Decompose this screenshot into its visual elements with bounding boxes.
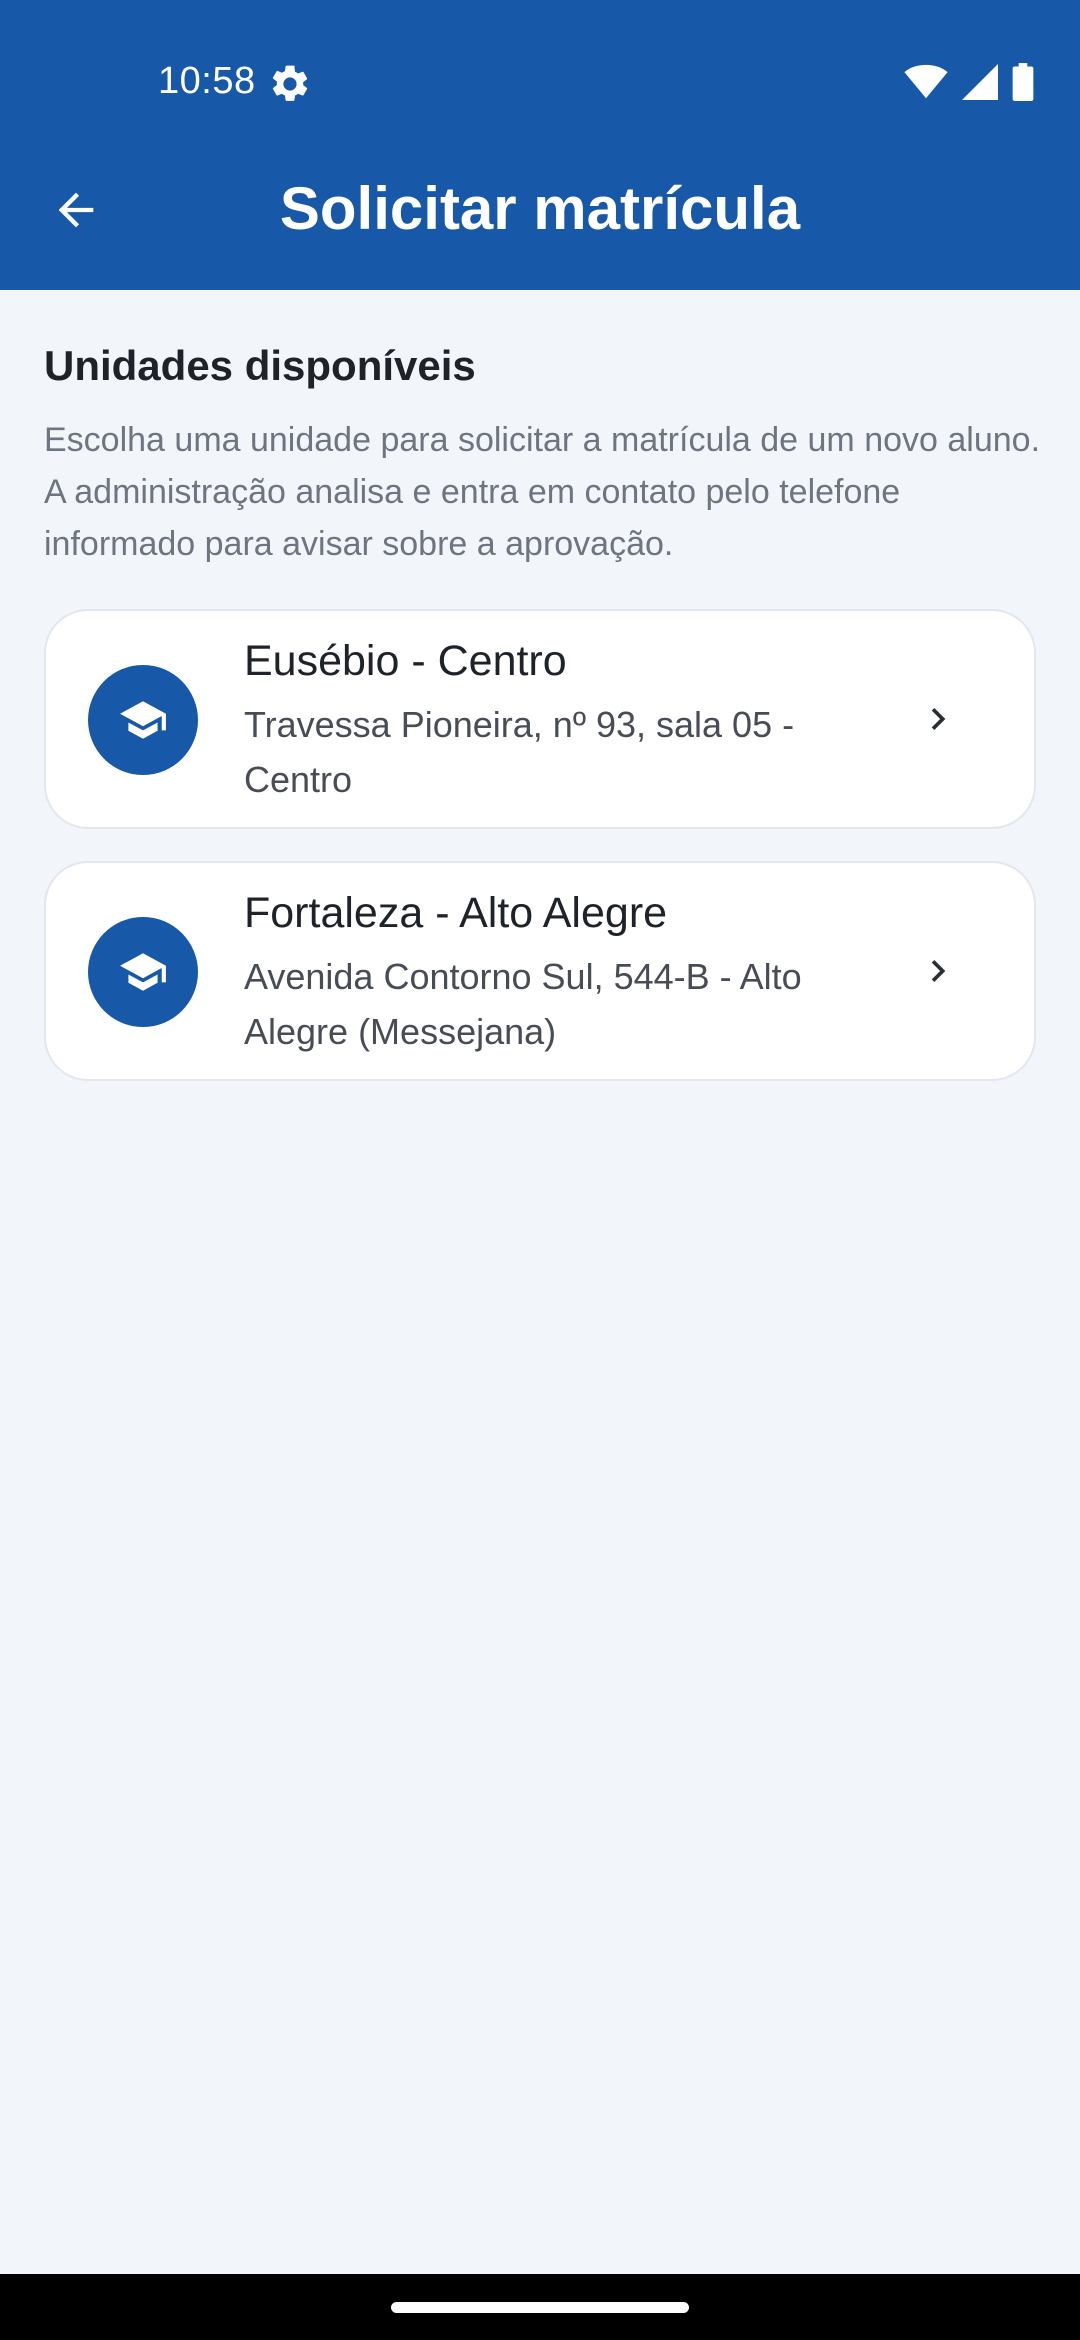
unit-address: Avenida Contorno Sul, 544-B - Alto Alegr… xyxy=(244,956,802,1052)
unit-text: Fortaleza - Alto Alegre Avenida Contorno… xyxy=(244,883,884,1059)
unit-card-fortaleza-alto-alegre[interactable]: Fortaleza - Alto Alegre Avenida Contorno… xyxy=(44,861,1036,1081)
page-title: Solicitar matrícula xyxy=(279,175,801,242)
home-indicator[interactable] xyxy=(391,2302,689,2313)
unit-card-eusebio-centro[interactable]: Eusébio - Centro Travessa Pioneira, nº 9… xyxy=(44,609,1036,829)
unit-list: Eusébio - Centro Travessa Pioneira, nº 9… xyxy=(44,609,1036,1113)
settings-icon xyxy=(272,65,308,101)
chevron-right-icon xyxy=(931,960,946,982)
unit-address: Travessa Pioneira, nº 93, sala 05 - Cent… xyxy=(244,704,795,800)
status-bar: 10:58 xyxy=(0,0,1080,120)
cellular-signal-icon xyxy=(962,64,998,100)
battery-icon xyxy=(1012,63,1034,101)
unit-name: Fortaleza - Alto Alegre xyxy=(244,889,668,937)
unit-name: Eusébio - Centro xyxy=(244,637,567,685)
unit-avatar xyxy=(88,917,198,1027)
section-description: Escolha uma unidade para solicitar a mat… xyxy=(44,421,1041,563)
intro-section: Unidades disponíveis Escolha uma unidade… xyxy=(44,338,1040,570)
unit-text: Eusébio - Centro Travessa Pioneira, nº 9… xyxy=(244,631,884,807)
section-title: Unidades disponíveis xyxy=(44,342,476,389)
chevron-right-icon xyxy=(931,708,946,730)
unit-avatar xyxy=(88,665,198,775)
status-time: 10:58 xyxy=(158,60,256,102)
toolbar: Solicitar matrícula xyxy=(0,150,1080,270)
navigation-bar xyxy=(0,2274,1080,2340)
graduation-cap-icon xyxy=(120,953,166,991)
app-bar: 10:58 Solicitar matrícula xyxy=(0,0,1080,290)
status-icons xyxy=(904,62,1034,102)
graduation-cap-icon xyxy=(120,701,166,739)
wifi-icon xyxy=(904,64,948,99)
